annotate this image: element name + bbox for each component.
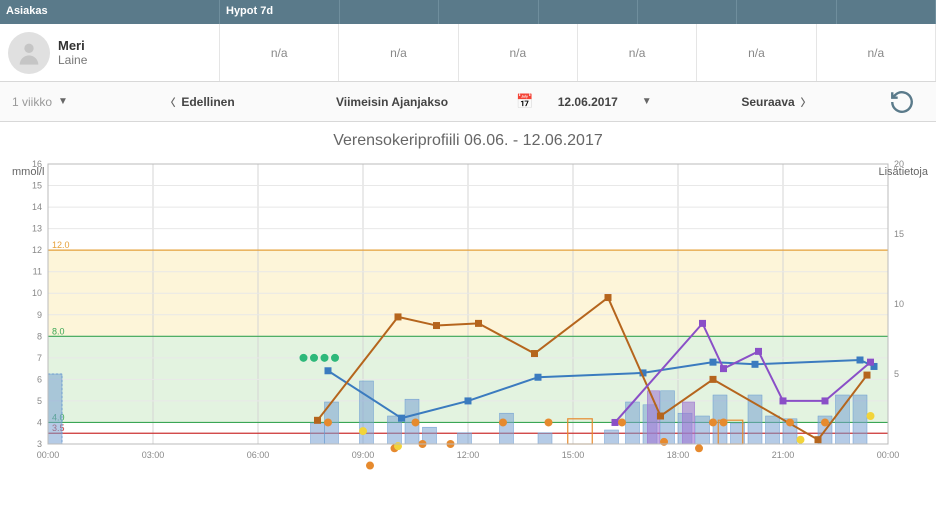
prev-label: Edellinen [181,95,234,109]
header-blank [439,0,538,24]
next-label: Seuraava [741,95,794,109]
prev-button[interactable]: 〈 Edellinen [104,82,296,122]
svg-text:8.0: 8.0 [52,326,65,336]
chevron-down-icon: ▼ [642,96,652,107]
header-blank [638,0,737,24]
svg-text:15: 15 [894,229,904,239]
value-cell: n/a [220,24,339,81]
latest-button[interactable]: Viimeisin Ajanjakso [296,82,488,122]
svg-text:12:00: 12:00 [457,450,480,460]
svg-text:5: 5 [894,369,899,379]
svg-text:12: 12 [32,245,42,255]
toolbar: 1 viikko ▼ 〈 Edellinen Viimeisin Ajanjak… [0,82,936,122]
header-row: Asiakas Hypot 7d [0,0,936,24]
svg-text:18:00: 18:00 [667,450,690,460]
svg-text:8: 8 [37,331,42,341]
patient-name: Meri Laine [58,38,87,67]
range-label: 1 viikko [12,95,52,109]
latest-label: Viimeisin Ajanjakso [336,95,448,109]
svg-text:12.0: 12.0 [52,240,70,250]
svg-text:4: 4 [37,417,42,427]
value-cell: n/a [817,24,936,81]
reload-button[interactable] [872,89,932,115]
svg-text:00:00: 00:00 [877,450,900,460]
value-cell: n/a [697,24,816,81]
person-icon [15,39,43,67]
svg-text:3: 3 [37,439,42,449]
svg-text:06:00: 06:00 [247,450,270,460]
value-cell: n/a [459,24,578,81]
svg-text:09:00: 09:00 [352,450,375,460]
chart-container: Verensokeriprofiili 06.06. - 12.06.2017 … [0,122,936,478]
header-col-hypot: Hypot 7d [220,0,340,24]
svg-text:10: 10 [32,288,42,298]
svg-text:14: 14 [32,202,42,212]
svg-text:6: 6 [37,374,42,384]
chevron-left-icon: 〈 [165,94,175,109]
glucose-chart: 345678910111213141516510152012.08.04.03.… [4,154,932,474]
header-col-patient: Asiakas [0,0,220,24]
svg-text:21:00: 21:00 [772,450,795,460]
header-blank [837,0,936,24]
header-blank [340,0,439,24]
header-blank [737,0,836,24]
value-cell: n/a [339,24,458,81]
chevron-down-icon: ▼ [58,96,68,107]
svg-text:15: 15 [32,181,42,191]
value-cell: n/a [578,24,697,81]
chevron-right-icon: 〉 [801,94,811,109]
header-blank [539,0,638,24]
reload-icon [889,89,915,115]
svg-text:11: 11 [33,267,42,277]
svg-text:13: 13 [32,224,42,234]
avatar [8,32,50,74]
date-picker[interactable]: 📅 12.06.2017 ▼ [488,82,680,122]
date-value: 12.06.2017 [558,95,618,109]
patient-row: Meri Laine n/a n/a n/a n/a n/a n/a [0,24,936,82]
calendar-icon: 📅 [516,93,533,110]
range-dropdown[interactable]: 1 viikko ▼ [4,91,104,113]
svg-text:10: 10 [894,299,904,309]
svg-text:00:00: 00:00 [37,450,60,460]
y-left-label: mmol/l [12,166,44,178]
svg-text:9: 9 [37,310,42,320]
svg-text:5: 5 [37,396,42,406]
chart-title: Verensokeriprofiili 06.06. - 12.06.2017 [4,132,932,150]
svg-text:15:00: 15:00 [562,450,585,460]
last-name: Laine [58,53,87,67]
svg-text:7: 7 [37,353,42,363]
svg-text:03:00: 03:00 [142,450,165,460]
patient-info[interactable]: Meri Laine [0,24,220,81]
next-button[interactable]: Seuraava 〉 [680,82,872,122]
first-name: Meri [58,38,87,53]
y-right-label: Lisätietoja [878,166,928,178]
